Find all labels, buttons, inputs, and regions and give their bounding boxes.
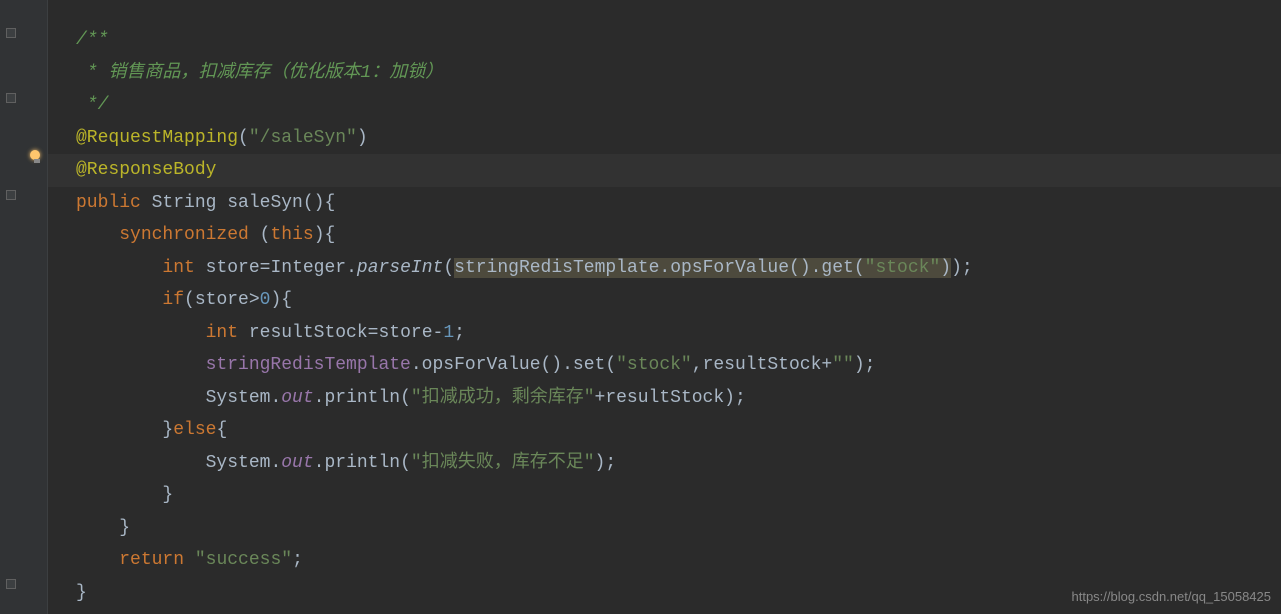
string-literal: "" (832, 355, 854, 375)
editor-gutter (0, 0, 48, 614)
static-field: out (281, 388, 313, 408)
code-line: stringRedisTemplate.opsForValue().set("s… (76, 349, 1281, 382)
type: String (152, 193, 217, 213)
class: System (206, 388, 271, 408)
lightbulb-icon[interactable] (30, 150, 44, 164)
code-line: return "success"; (76, 544, 1281, 577)
method-call: get (821, 258, 853, 278)
method-name: saleSyn (227, 193, 303, 213)
code-line-active: @ResponseBody (0, 154, 1281, 187)
code-line: }else{ (76, 414, 1281, 447)
static-method: parseInt (357, 258, 443, 278)
highlighted-field: stringRedisTemplate (454, 258, 659, 278)
code-line: int resultStock=store-1; (76, 317, 1281, 350)
code-line: @RequestMapping("/saleSyn") (76, 122, 1281, 155)
keyword: public (76, 193, 141, 213)
watermark-text: https://blog.csdn.net/qq_15058425 (1072, 585, 1272, 608)
code-line: } (76, 512, 1281, 545)
code-line: if(store>0){ (76, 284, 1281, 317)
static-field: out (281, 453, 313, 473)
keyword: int (206, 323, 238, 343)
doc-comment: */ (76, 95, 108, 115)
annotation: @RequestMapping (76, 128, 238, 148)
string-literal: "扣减失败，库存不足" (411, 453, 595, 473)
variable: resultStock (703, 355, 822, 375)
method-call: println (324, 453, 400, 473)
code-line: int store=Integer.parseInt(stringRedisTe… (76, 252, 1281, 285)
number-literal: 1 (443, 323, 454, 343)
fold-icon[interactable] (6, 93, 16, 103)
keyword: this (270, 225, 313, 245)
variable: store (378, 323, 432, 343)
code-line: } (76, 479, 1281, 512)
class: Integer (270, 258, 346, 278)
keyword: else (173, 420, 216, 440)
annotation: @ResponseBody (76, 160, 216, 180)
field: stringRedisTemplate (206, 355, 411, 375)
method-call: println (324, 388, 400, 408)
variable: resultStock (249, 323, 368, 343)
code-line: public String saleSyn(){ (76, 187, 1281, 220)
code-line: System.out.println("扣减成功，剩余库存"+resultSto… (76, 382, 1281, 415)
string-literal: "stock" (865, 258, 941, 278)
keyword: int (162, 258, 194, 278)
string-literal: "扣减成功，剩余库存" (411, 388, 595, 408)
code-line: * 销售商品，扣减库存（优化版本1：加锁） (76, 57, 1281, 90)
doc-comment: * 销售商品，扣减库存（优化版本1：加锁） (76, 63, 443, 83)
method-call: opsForValue (422, 355, 541, 375)
string-literal: "success" (195, 550, 292, 570)
keyword: synchronized (119, 225, 249, 245)
code-line: synchronized (this){ (76, 219, 1281, 252)
method-call: set (573, 355, 605, 375)
code-line: */ (76, 89, 1281, 122)
code-line: System.out.println("扣减失败，库存不足"); (76, 447, 1281, 480)
fold-icon[interactable] (6, 579, 16, 589)
variable: store (195, 290, 249, 310)
fold-icon[interactable] (6, 28, 16, 38)
keyword: return (119, 550, 184, 570)
fold-icon[interactable] (6, 190, 16, 200)
keyword: if (162, 290, 184, 310)
variable: resultStock (605, 388, 724, 408)
doc-comment: /** (76, 30, 108, 50)
number-literal: 0 (260, 290, 271, 310)
code-editor[interactable]: /** * 销售商品，扣减库存（优化版本1：加锁） */ @RequestMap… (48, 0, 1281, 609)
string-literal: "/saleSyn" (249, 128, 357, 148)
method-call: opsForValue (670, 258, 789, 278)
class: System (206, 453, 271, 473)
code-line: /** (76, 24, 1281, 57)
variable: store (206, 258, 260, 278)
string-literal: "stock" (616, 355, 692, 375)
